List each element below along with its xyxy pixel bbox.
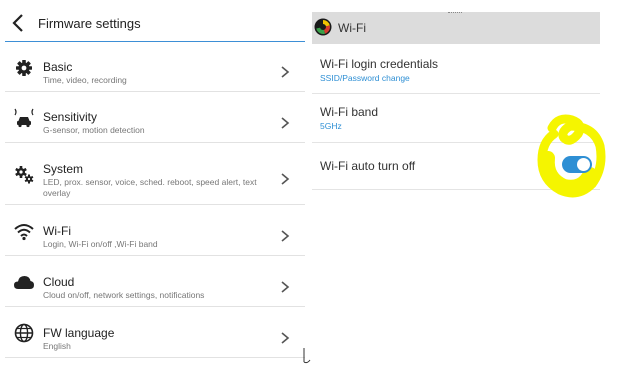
mouse-cursor-icon — [303, 348, 311, 364]
firmware-header: Firmware settings — [5, 6, 305, 42]
menu-item-wifi[interactable]: Wi-Fi Login, Wi-Fi on/off ,Wi-Fi band — [5, 205, 305, 256]
menu-item-title: Cloud — [43, 275, 75, 289]
chevron-right-icon — [281, 173, 290, 185]
item-title: Wi-Fi login credentials — [320, 57, 439, 71]
cloud-icon — [14, 276, 34, 289]
menu-item-subtitle: English — [43, 341, 71, 351]
menu-item-title: Basic — [43, 60, 73, 74]
menu-item-fw-language[interactable]: FW language English — [5, 307, 305, 358]
chevron-right-icon — [281, 117, 290, 129]
menu-item-cloud[interactable]: Cloud Cloud on/off, network settings, no… — [5, 256, 305, 307]
gear-icon — [16, 60, 32, 76]
menu-item-basic[interactable]: Basic Time, video, recording — [5, 44, 305, 92]
system-gears-icon — [15, 166, 34, 184]
wifi-band-item[interactable]: Wi-Fi band 5GHz — [312, 94, 600, 143]
menu-item-sensitivity[interactable]: Sensitivity G-sensor, motion detection — [5, 92, 305, 143]
chevron-right-icon — [281, 332, 290, 344]
chevron-right-icon — [281, 66, 290, 78]
menu-item-subtitle: G-sensor, motion detection — [43, 125, 145, 135]
item-title: Wi-Fi auto turn off — [320, 159, 416, 173]
wifi-icon — [14, 224, 34, 241]
item-subtitle: 5GHz — [320, 121, 342, 131]
wifi-settings-panel: Wi-Fi Wi-Fi login credentials SSID/Passw… — [312, 0, 606, 220]
menu-item-title: System — [43, 162, 84, 176]
header-drag-indicator — [448, 12, 462, 14]
menu-item-title: Sensitivity — [43, 110, 98, 124]
toggle-knob — [577, 158, 590, 171]
page-title: Firmware settings — [38, 16, 141, 31]
item-subtitle: SSID/Password change — [320, 73, 410, 83]
menu-item-subtitle: Cloud on/off, network settings, notifica… — [43, 290, 205, 300]
menu-item-subtitle: Login, Wi-Fi on/off ,Wi-Fi band — [43, 239, 158, 249]
globe-icon — [14, 323, 34, 343]
menu-item-title: FW language — [43, 326, 115, 340]
car-sensor-icon — [14, 108, 34, 128]
wifi-header: Wi-Fi — [312, 12, 600, 44]
chevron-right-icon — [281, 281, 290, 293]
app-logo-icon — [314, 18, 332, 36]
back-arrow-icon[interactable] — [9, 12, 29, 34]
firmware-settings-panel: Firmware settings Basic Time, video, rec… — [5, 6, 305, 372]
wifi-auto-turn-off-item: Wi-Fi auto turn off — [312, 143, 600, 190]
item-title: Wi-Fi band — [320, 105, 379, 119]
chevron-right-icon — [281, 230, 290, 242]
page-title: Wi-Fi — [338, 21, 366, 35]
menu-item-title: Wi-Fi — [43, 224, 71, 238]
menu-item-system[interactable]: System LED, prox. sensor, voice, sched. … — [5, 143, 305, 205]
wifi-auto-turn-off-toggle[interactable] — [562, 156, 592, 173]
menu-item-subtitle: Time, video, recording — [43, 75, 127, 85]
wifi-login-credentials-item[interactable]: Wi-Fi login credentials SSID/Password ch… — [312, 44, 600, 94]
menu-item-subtitle: LED, prox. sensor, voice, sched. reboot,… — [43, 177, 257, 198]
